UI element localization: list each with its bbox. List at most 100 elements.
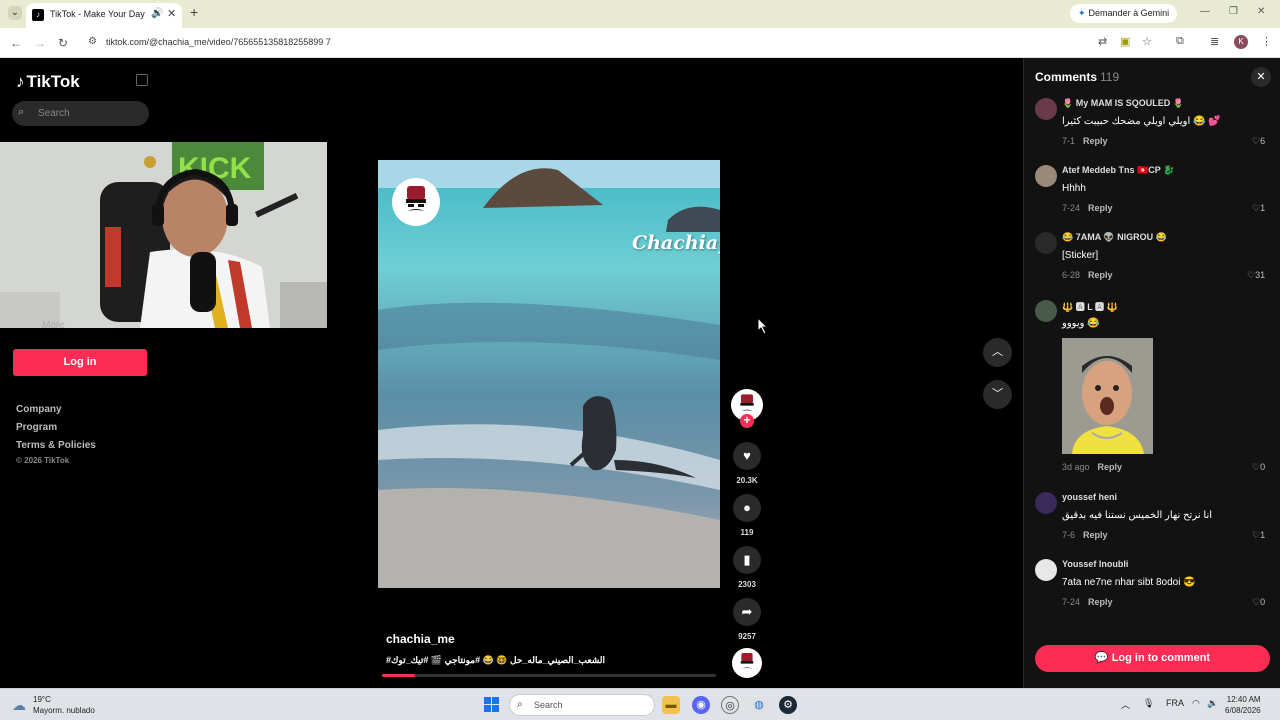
footer-program-link[interactable]: Program [16,422,57,433]
language-indicator[interactable]: FRA [1166,698,1184,708]
tab-title: TikTok - Make Your Day [50,9,145,19]
heart-outline-icon: ♡ [1252,203,1261,213]
discord-icon[interactable]: ◉ [692,696,710,714]
commenter-name[interactable]: 🔱 🅰 L 🅰 🔱 [1062,300,1118,313]
reply-button[interactable]: Reply [1088,597,1113,607]
bookmark-star-icon[interactable]: ☆ [1142,35,1152,48]
close-comments-icon[interactable]: ✕ [1251,67,1271,87]
reading-list-icon[interactable]: ≣ [1210,35,1219,48]
taskbar-clock[interactable]: 12:40 AM 6/08/2026 [1225,694,1261,716]
extensions-puzzle-icon[interactable]: ⧉ [1176,35,1184,48]
taskbar-search-input[interactable]: ⌕ Search [509,694,655,716]
weather-cloud-icon[interactable]: ☁ [12,697,26,714]
comment-icon: 💬 [1094,652,1112,664]
bookmark-icon[interactable]: ▮ [733,546,761,574]
video-progress-bar[interactable] [382,674,716,677]
tray-chevron-up-icon[interactable]: ︿ [1121,698,1130,711]
share-arrow-icon[interactable]: ➦ [733,598,761,626]
new-tab-button[interactable]: + [190,4,198,20]
sound-disc-avatar[interactable] [732,648,762,678]
search-icon: ⌕ [517,699,523,710]
comment-like[interactable]: ♡6 [1252,136,1265,147]
reply-button[interactable]: Reply [1088,270,1113,280]
video-player[interactable]: Chachia_m [378,160,720,588]
commenter-name[interactable]: 😂 7AMA 👽 NIGROU 😂 [1062,232,1167,243]
microphone-icon[interactable]: 🎙 [1143,698,1154,709]
reply-button[interactable]: Reply [1083,136,1108,146]
menu-kebab-icon[interactable]: ⋮ [1261,35,1272,48]
commenter-avatar[interactable] [1035,492,1057,514]
reply-button[interactable]: Reply [1083,530,1108,540]
copyright-text: © 2026 TikTok [16,456,70,465]
mouse-cursor-icon [757,317,769,335]
commenter-avatar[interactable] [1035,98,1057,120]
sidebar-login-button[interactable]: Log in [13,349,147,376]
comment-like[interactable]: ♡31 [1247,270,1265,281]
obs-icon[interactable]: ◎ [721,696,739,714]
comment-sticker-image[interactable] [1062,338,1153,454]
speaker-icon[interactable]: 🔊 [151,8,163,19]
reply-button[interactable]: Reply [1098,462,1123,472]
comments-title: Comments 119 [1035,70,1120,84]
comment-like[interactable]: ♡0 [1252,597,1265,608]
wifi-icon[interactable]: ◠ [1192,698,1200,709]
heart-outline-icon: ♡ [1252,136,1261,146]
search-input[interactable]: ⌕ Search [12,101,149,126]
comment-bubble-icon[interactable]: ● [733,494,761,522]
steam-icon[interactable]: ⚙ [779,696,797,714]
commenter-name[interactable]: youssef heni [1062,492,1117,502]
minimize-icon[interactable]: — [1200,6,1210,17]
comment-text: 7ata ne7ne nhar sibt 8odoi 😎 [1062,577,1196,588]
commenter-avatar[interactable] [1035,559,1057,581]
follow-plus-icon[interactable]: + [740,414,754,428]
sidebar-more-link[interactable]: More [42,320,65,331]
commenter-name[interactable]: 🌷 My MAM IS SQOULED 🌷 [1062,98,1184,109]
back-icon[interactable]: ← [10,36,22,50]
chrome-icon[interactable]: ◍ [750,696,768,714]
commenter-avatar[interactable] [1035,232,1057,254]
next-video-chevron-down-icon[interactable]: ﹀ [983,380,1012,409]
weather-widget[interactable]: 19°C Mayorm. nublado [33,694,95,716]
commenter-name[interactable]: Youssef Inoubli [1062,559,1128,569]
reply-button[interactable]: Reply [1088,203,1113,213]
footer-company-link[interactable]: Company [16,404,62,415]
window-close-icon[interactable]: ✕ [1257,6,1265,17]
commenter-avatar[interactable] [1035,165,1057,187]
comment-text: ويووو 😂 [1062,318,1100,329]
commenter-name[interactable]: Atef Meddeb Tns 🇹🇳CP 🐉 [1062,165,1174,176]
sticker-face-image [1062,338,1153,454]
file-explorer-icon[interactable]: ▬ [662,696,680,714]
tiktok-favicon-icon: ♪ [32,9,44,21]
restore-icon[interactable]: ❐ [1229,6,1238,17]
profile-avatar[interactable]: K [1234,35,1248,49]
comment-like[interactable]: ♡1 [1252,203,1265,214]
comment-like[interactable]: ♡1 [1252,530,1265,541]
tab-close-icon[interactable]: ✕ [167,7,176,20]
reload-icon[interactable]: ↻ [58,36,68,50]
volume-icon[interactable]: 🔉 [1207,698,1218,709]
extension-icon[interactable]: ▣ [1120,35,1130,48]
footer-terms-link[interactable]: Terms & Policies [16,440,96,451]
tab-search-button[interactable]: ⌄ [8,6,22,20]
tiktok-logo[interactable]: ♪ TikTok [16,72,80,92]
like-heart-icon[interactable]: ♥ [733,442,761,470]
collapse-sidebar-icon[interactable] [136,74,148,86]
forward-icon[interactable]: → [34,36,46,50]
login-to-comment-button[interactable]: 💬 Log in to comment [1035,645,1270,672]
gemini-button[interactable]: ✦ Demander à Gemini [1070,4,1178,23]
comment-count: 119 [740,528,754,537]
comment-text: اويلي اويلي مضحك حبيبت كثيرا 😂 💕 [1062,116,1221,127]
comments-panel: Comments 119 ✕ 🌷 My MAM IS SQOULED 🌷 اويل… [1023,58,1280,688]
windows-start-icon[interactable] [484,697,500,713]
gemini-icon: ✦ [1078,8,1086,18]
comments-count: 119 [1100,70,1120,84]
comment-meta: 6-28 Reply [1062,270,1113,280]
video-author[interactable]: chachia_me [386,632,455,646]
previous-video-chevron-up-icon[interactable]: ︿ [983,338,1012,367]
url-bar[interactable]: ⚙ tiktok.com/@chachia_me/video/765655135… [80,32,1170,54]
comment-like[interactable]: ♡0 [1252,462,1265,473]
browser-tab[interactable]: ♪ TikTok - Make Your Day 🔊 ✕ [26,3,182,28]
translate-icon[interactable]: ⇄ [1098,35,1107,48]
commenter-avatar[interactable] [1035,300,1057,322]
site-info-icon[interactable]: ⚙ [88,36,97,47]
